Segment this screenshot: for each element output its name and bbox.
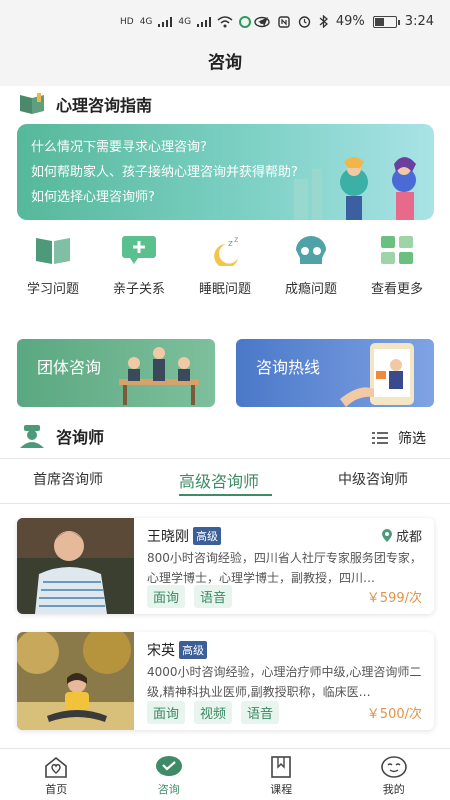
network-4g-label-1: 4G xyxy=(139,17,153,27)
chat-icon xyxy=(155,756,182,776)
status-time: 3:24 xyxy=(404,14,434,29)
counselor-description: 4000小时咨询经验，心理治疗师中级,心理咨询师二级,精神科执业医师,副教授职称… xyxy=(147,665,422,699)
group-consult-label: 团体咨询 xyxy=(37,358,102,377)
tab-senior-counselor[interactable]: 高级咨询师 xyxy=(179,468,259,492)
grid-icon xyxy=(381,236,413,264)
banner-line-2[interactable]: 如何帮助家人、孩子接纳心理咨询并获得帮助? xyxy=(31,161,298,180)
page-header: 咨询 xyxy=(0,48,450,86)
guide-banner[interactable]: 什么情况下需要寻求心理咨询? 如何帮助家人、孩子接纳心理咨询并获得帮助? 如何选… xyxy=(17,124,434,220)
smile-face-icon xyxy=(380,756,407,778)
alarm-icon xyxy=(298,16,311,28)
page-title: 咨询 xyxy=(208,53,242,73)
service-chips: 面询 视频 语音 xyxy=(147,701,280,724)
message-plus-icon xyxy=(122,236,156,264)
nav-label: 首页 xyxy=(45,783,68,796)
tab-chief-counselor[interactable]: 首席咨询师 xyxy=(33,469,103,489)
counselor-description: 800小时咨询经验，四川省人社厅专家服务团专家，心理学博士，心理学博士，副教授，… xyxy=(147,551,422,585)
location-text: 成都 xyxy=(395,530,422,545)
category-label: 成瘾问题 xyxy=(284,282,337,297)
counselor-title: 咨询师 xyxy=(56,428,105,447)
category-addiction[interactable]: 成瘾问题 xyxy=(270,232,352,302)
service-chip: 面询 xyxy=(147,701,186,724)
counselor-card[interactable]: 宋英 高级 4000小时咨询经验，心理治疗师中级,心理咨询师二级,精神科执业医师… xyxy=(17,632,434,730)
counselor-icon xyxy=(20,425,44,448)
filter-button[interactable]: 筛选 xyxy=(372,428,426,448)
nav-label: 咨询 xyxy=(157,783,180,796)
level-badge: 高级 xyxy=(193,527,221,545)
banner-illustration xyxy=(294,157,416,220)
network-indicators: HD 4G 4G xyxy=(120,16,269,28)
bottom-nav: 首页 咨询 课程 我的 xyxy=(0,748,450,800)
battery-percent: 49% xyxy=(335,14,365,29)
nav-home[interactable]: 首页 xyxy=(0,749,113,800)
signal-icon xyxy=(158,17,173,27)
guide-book-icon xyxy=(20,93,44,114)
skull-icon xyxy=(296,236,326,264)
guide-title: 心理咨询指南 xyxy=(56,96,153,115)
nfc-icon xyxy=(278,15,290,28)
category-sleep[interactable]: zz 睡眠问题 xyxy=(184,232,266,302)
counselor-section-title: 咨询师 xyxy=(18,424,104,448)
nav-consult[interactable]: 咨询 xyxy=(113,749,226,800)
bluetooth-icon xyxy=(319,15,328,28)
category-label: 学习问题 xyxy=(26,282,79,297)
hotline-label: 咨询热线 xyxy=(256,358,321,377)
price: ￥599/次 xyxy=(366,591,422,606)
battery-icon xyxy=(372,15,400,28)
service-chip: 面询 xyxy=(147,585,186,608)
category-parenting[interactable]: 亲子关系 xyxy=(98,232,180,302)
guide-section-title: 心理咨询指南 xyxy=(18,92,152,116)
status-bar: HD 4G 4G 49% 3:24 xyxy=(0,0,450,48)
bookmark-book-icon xyxy=(271,756,292,778)
svg-text:z: z xyxy=(228,239,233,249)
list-filter-icon xyxy=(372,432,388,444)
category-label: 睡眠问题 xyxy=(198,282,251,297)
network-4g-label-2: 4G xyxy=(178,17,192,27)
counselor-name-row: 宋英 高级 xyxy=(147,640,207,660)
nav-courses[interactable]: 课程 xyxy=(225,749,338,800)
counselor-tabs: 首席咨询师 高级咨询师 中级咨询师 xyxy=(0,458,450,504)
filter-label: 筛选 xyxy=(398,431,426,447)
level-badge: 高级 xyxy=(179,641,207,659)
app-notification-icon xyxy=(239,16,252,28)
counselor-name: 王晓刚 xyxy=(147,529,189,545)
nav-label: 我的 xyxy=(382,783,405,796)
service-chip: 视频 xyxy=(194,701,233,724)
price: ￥500/次 xyxy=(366,707,422,722)
moon-zzz-icon: zz xyxy=(214,235,238,266)
counselor-photo xyxy=(17,632,134,730)
banner-line-3[interactable]: 如何选择心理咨询师? xyxy=(31,186,155,205)
category-more[interactable]: 查看更多 xyxy=(356,232,438,302)
nav-label: 课程 xyxy=(270,783,293,796)
location-pin-icon xyxy=(381,529,392,542)
banner-line-1[interactable]: 什么情况下需要寻求心理咨询? xyxy=(31,136,207,155)
category-label: 查看更多 xyxy=(370,282,423,297)
service-chip: 语音 xyxy=(241,701,280,724)
book-icon xyxy=(36,238,70,264)
home-heart-icon xyxy=(45,756,68,778)
counselor-card[interactable]: 王晓刚 高级 成都 800小时咨询经验，四川省人社厅专家服务团专家，心理学博士，… xyxy=(17,518,434,614)
counselor-photo xyxy=(17,518,134,614)
wifi-icon xyxy=(217,16,233,28)
group-consult-illustration xyxy=(119,347,199,405)
svg-text:z: z xyxy=(234,235,238,244)
nav-mine[interactable]: 我的 xyxy=(338,749,450,800)
service-chips: 面询 语音 xyxy=(147,585,233,608)
active-tab-indicator xyxy=(179,494,272,496)
counselor-name: 宋英 xyxy=(147,643,175,659)
counselor-name-row: 王晓刚 高级 xyxy=(147,526,221,546)
group-consult-card[interactable]: 团体咨询 xyxy=(17,339,215,407)
hotline-card[interactable]: 咨询热线 xyxy=(236,339,434,407)
category-label: 亲子关系 xyxy=(112,282,165,297)
phone-illustration xyxy=(340,343,414,407)
hd-label: HD xyxy=(120,17,134,27)
eye-icon xyxy=(254,16,270,27)
signal-icon xyxy=(197,17,212,27)
tab-intermediate-counselor[interactable]: 中级咨询师 xyxy=(338,469,408,489)
service-chip: 语音 xyxy=(194,585,233,608)
location: 成都 xyxy=(381,526,422,545)
category-study[interactable]: 学习问题 xyxy=(12,232,94,302)
category-grid: 学习问题 亲子关系 zz 睡眠问题 成瘾问题 查看更多 xyxy=(0,232,450,302)
